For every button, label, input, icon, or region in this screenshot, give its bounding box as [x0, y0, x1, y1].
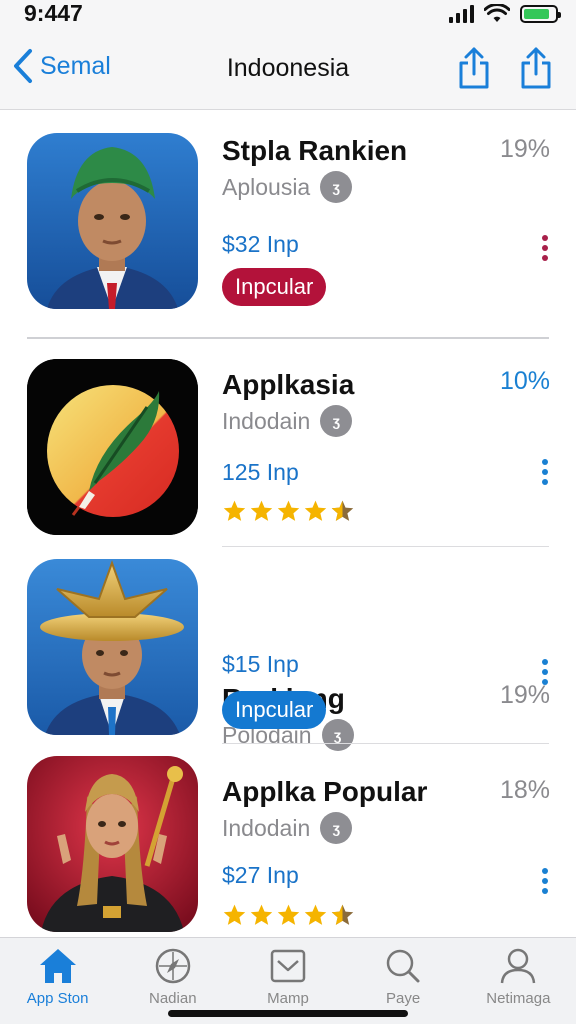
list-item[interactable]: Applka Popular Indodain ʒ 18% $27 Inp — [0, 744, 576, 937]
app-price: 125 Inp — [222, 459, 299, 485]
wifi-icon — [484, 4, 510, 22]
app-list: Stpla Rankien Aplousia ʒ 19% $32 Inp Inp… — [0, 111, 576, 937]
developer-badge-icon: ʒ — [320, 812, 353, 844]
category-tag[interactable]: Inpcular — [222, 268, 327, 306]
star-icon — [250, 500, 273, 521]
star-icon — [331, 904, 354, 925]
app-name: Applkasia — [222, 369, 355, 400]
app-percent: 18% — [499, 776, 550, 804]
share-icon[interactable] — [516, 46, 556, 90]
more-options-icon[interactable] — [540, 235, 550, 261]
tab-label: Nadian — [149, 990, 197, 1007]
avatar-scepter-icon — [27, 756, 198, 932]
app-percent: 19% — [499, 135, 550, 163]
tab-label: App Ston — [26, 990, 89, 1007]
avatar-turban-icon — [27, 133, 198, 309]
star-icon — [223, 500, 246, 521]
app-percent: 19% — [499, 681, 550, 709]
developer-badge-icon: ʒ — [320, 171, 353, 203]
star-icon — [277, 500, 300, 521]
tab-app-store[interactable]: App Ston — [0, 938, 115, 1024]
more-options-icon[interactable] — [540, 459, 550, 485]
quill-circle-icon — [27, 359, 198, 535]
app-name: Stpla Rankien — [222, 135, 408, 166]
star-rating — [222, 903, 355, 928]
inbox-icon — [270, 949, 306, 983]
tab-label: Paye — [386, 990, 421, 1007]
compass-icon — [155, 948, 191, 984]
list-item[interactable]: Applkasia Indodain ʒ 10% 125 Inp — [0, 339, 576, 547]
developer-name: Indodain — [222, 407, 311, 434]
more-options-icon[interactable] — [540, 868, 550, 894]
search-icon — [386, 949, 420, 983]
person-icon — [501, 948, 536, 984]
more-options-icon[interactable] — [540, 659, 550, 685]
app-price: $27 Inp — [222, 862, 299, 888]
tab-netimaga[interactable]: Netimaga — [461, 938, 576, 1024]
status-time: 9:447 — [24, 0, 83, 26]
star-icon — [250, 904, 273, 925]
star-rating — [222, 499, 355, 524]
app-developer: Indodain ʒ — [222, 405, 353, 437]
list-item[interactable]: Stpla Rankien Aplousia ʒ 19% $32 Inp Inp… — [0, 111, 576, 339]
status-bar: 9:447 — [0, 0, 576, 30]
home-indicator — [168, 1010, 408, 1017]
star-icon — [331, 500, 354, 521]
battery-icon — [520, 5, 561, 23]
home-icon — [39, 949, 76, 983]
app-percent: 10% — [499, 367, 550, 395]
star-icon — [304, 500, 327, 521]
developer-name: Aplousia — [222, 173, 311, 200]
avatar-star-hat-icon — [27, 559, 198, 735]
app-developer: Aplousia ʒ — [222, 171, 353, 203]
app-price: $32 Inp — [222, 231, 299, 257]
star-icon — [223, 904, 246, 925]
tab-label: Netimaga — [486, 990, 551, 1007]
developer-badge-icon: ʒ — [320, 405, 353, 437]
star-icon — [277, 904, 300, 925]
share-icon[interactable] — [454, 46, 494, 90]
app-developer: Indodain ʒ — [222, 812, 353, 844]
app-price: $15 Inp — [222, 651, 299, 677]
status-icons — [449, 4, 561, 24]
developer-name: Indodain — [222, 814, 311, 841]
category-tag[interactable]: Inpcular — [222, 691, 327, 729]
app-name: Applka Popular — [222, 776, 428, 807]
cellular-signal-icon — [449, 5, 474, 23]
tab-label: Mamp — [267, 990, 309, 1007]
navigation-bar: Semal Indoonesia — [0, 30, 576, 110]
star-icon — [304, 904, 327, 925]
